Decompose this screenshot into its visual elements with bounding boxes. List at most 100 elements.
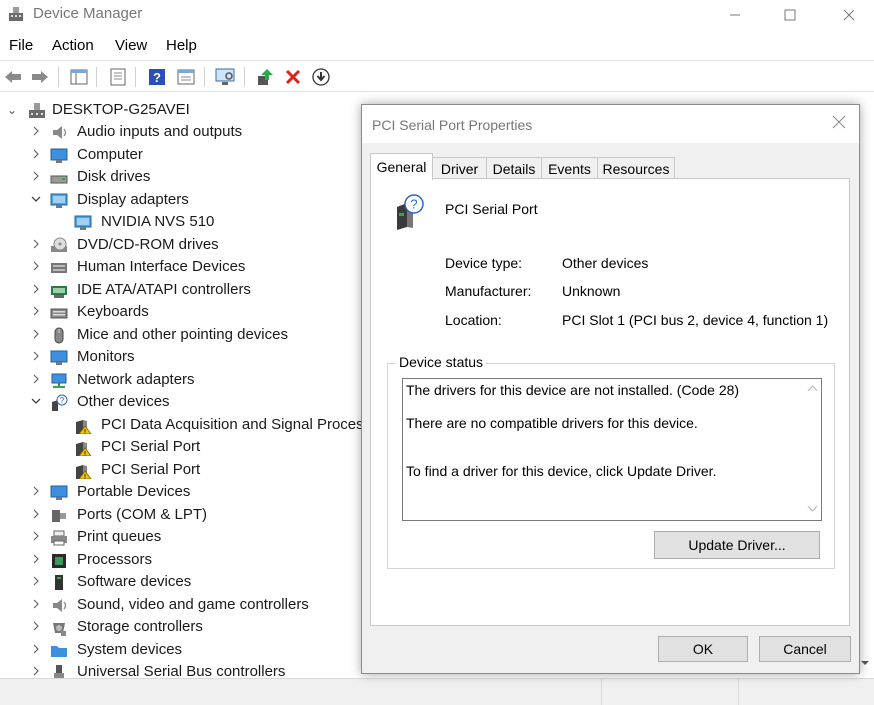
tree-item[interactable]: IDE ATA/ATAPI controllers [0,279,420,301]
ok-button[interactable]: OK [658,636,748,662]
chevron-right-icon[interactable] [30,643,42,657]
tree-root[interactable]: ⌄ DESKTOP-G25AVEI [0,99,420,121]
tree-item[interactable]: Portable Devices [0,481,420,503]
location-label: Location: [445,312,502,328]
tree-item[interactable]: ! PCI Data Acquisition and Signal Process [0,414,420,436]
tab-driver[interactable]: Driver [432,157,487,179]
tree-item[interactable]: Network adapters [0,369,420,391]
update-driver-button[interactable] [255,67,275,87]
tree-item-label: Other devices [77,393,170,410]
tree-item[interactable]: System devices [0,639,420,661]
keyboard-icon [50,308,68,319]
dialog-title: PCI Serial Port Properties [372,117,533,133]
tree-item[interactable]: Mice and other pointing devices [0,324,420,346]
chevron-down-icon[interactable] [30,193,42,207]
tree-item[interactable]: Monitors [0,346,420,368]
menu-help[interactable]: Help [166,37,197,54]
toolbar-separator [204,67,205,87]
maximize-button[interactable] [767,0,813,30]
chevron-down-icon[interactable] [30,395,42,409]
tree-item[interactable]: Disk drives [0,166,420,188]
tree-item[interactable]: Human Interface Devices [0,256,420,278]
display-adapter-icon [50,193,68,208]
menu-view[interactable]: View [115,37,147,54]
scroll-down-icon[interactable] [858,656,872,670]
tab-details[interactable]: Details [486,157,542,179]
chevron-right-icon[interactable] [30,260,42,274]
chevron-right-icon[interactable] [30,238,42,252]
tree-item[interactable]: Computer [0,144,420,166]
tree-item[interactable]: NVIDIA NVS 510 [0,211,420,233]
chevron-right-icon[interactable] [30,553,42,567]
tree-item[interactable]: ? Other devices [0,391,420,413]
scan-hardware-button[interactable] [215,67,235,87]
tree-item[interactable]: Print queues [0,526,420,548]
menu-action[interactable]: Action [52,37,94,54]
chevron-right-icon[interactable] [30,508,42,522]
chevron-right-icon[interactable] [30,598,42,612]
tree-item-label: Print queues [77,528,162,545]
uninstall-button[interactable] [283,67,303,87]
show-hide-tree-button[interactable] [69,67,89,87]
tree-item[interactable]: ! PCI Serial Port [0,459,420,481]
chevron-right-icon[interactable] [30,170,42,184]
tree-item[interactable]: Software devices [0,571,420,593]
chevron-right-icon[interactable] [30,148,42,162]
tree-item[interactable]: Audio inputs and outputs [0,121,420,143]
help-icon: ? [149,69,165,85]
view-button[interactable] [176,67,196,87]
chevron-right-icon[interactable] [30,350,42,364]
disk-icon [50,175,68,184]
chevron-right-icon[interactable] [30,283,42,297]
chevron-right-icon[interactable] [30,328,42,342]
tree-item[interactable]: ! PCI Serial Port [0,436,420,458]
update-driver-button[interactable]: Update Driver... [654,531,820,559]
back-button[interactable] [3,67,23,87]
help-button[interactable]: ? [147,67,167,87]
chevron-right-icon[interactable] [30,305,42,319]
tree-item-label: Keyboards [77,303,149,320]
processor-icon [52,553,66,568]
toolbar-separator [135,67,136,87]
tree-item-label: Portable Devices [77,483,191,500]
tree-item[interactable]: Storage controllers [0,616,420,638]
forward-button[interactable] [30,67,50,87]
tree-item[interactable]: Display adapters [0,189,420,211]
tree-item-label: Storage controllers [77,618,203,635]
tree-item[interactable]: Sound, video and game controllers [0,594,420,616]
tree-item-label: NVIDIA NVS 510 [101,213,215,230]
dialog-close-button[interactable] [829,114,849,134]
chevron-right-icon[interactable] [30,575,42,589]
minimize-button[interactable] [712,0,758,30]
chevron-down-icon[interactable]: ⌄ [6,103,18,117]
download-button[interactable] [311,67,331,87]
menu-file[interactable]: File [9,37,33,54]
tab-resources[interactable]: Resources [597,157,675,179]
chevron-right-icon[interactable] [30,620,42,634]
tree-item[interactable]: Processors [0,549,420,571]
tab-general[interactable]: General [370,153,433,180]
uninstall-icon [285,69,301,85]
chevron-right-icon[interactable] [30,373,42,387]
back-arrow-icon [5,71,21,83]
tree-item-label: System devices [77,640,183,658]
tree-item[interactable]: DVD/CD-ROM drives [0,234,420,256]
warning-device-icon: ! [76,419,92,434]
properties-button[interactable] [108,67,128,87]
tree-item[interactable]: Ports (COM & LPT) [0,504,420,526]
status-scrollbar[interactable] [804,379,821,520]
close-button[interactable] [826,0,872,30]
manufacturer-value: Unknown [562,283,621,299]
tree-item[interactable]: Universal Serial Bus controllers [0,661,420,678]
chevron-right-icon[interactable] [30,530,42,544]
cancel-button[interactable]: Cancel [759,636,851,662]
tree-item[interactable]: Keyboards [0,301,420,323]
chevron-right-icon[interactable] [30,485,42,499]
device-status-group: Device status The drivers for this devic… [387,354,835,569]
tab-events[interactable]: Events [541,157,598,179]
chevron-right-icon[interactable] [30,665,42,678]
svg-text:!: ! [84,429,86,434]
chevron-right-icon[interactable] [30,125,42,139]
device-status-textbox[interactable]: The drivers for this device are not inst… [402,378,822,521]
svg-text:?: ? [410,197,417,212]
